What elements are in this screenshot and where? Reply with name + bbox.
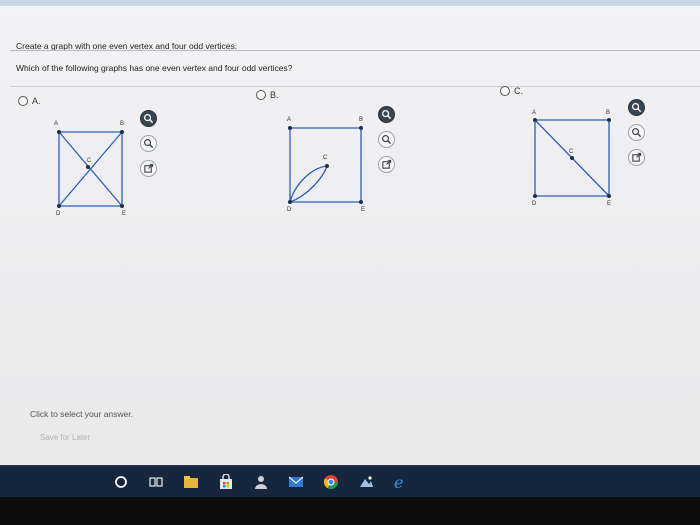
vertex-e — [359, 200, 363, 204]
browser-content: Create a graph with one even vertex and … — [0, 0, 700, 465]
svg-text:e: e — [394, 474, 403, 490]
zoom-out-icon[interactable] — [628, 124, 645, 141]
store-icon[interactable] — [217, 473, 235, 491]
vertex-label: A — [54, 121, 58, 127]
photos-icon[interactable] — [357, 473, 375, 491]
top-bar — [0, 0, 700, 6]
vertex-a — [288, 126, 292, 130]
screen-bezel — [0, 497, 700, 525]
popout-icon[interactable] — [140, 160, 157, 177]
instruction-text: Click to select your answer. — [30, 409, 133, 419]
vertex-label: E — [607, 201, 611, 207]
vertex-d — [533, 194, 537, 198]
save-for-later-button[interactable]: Save for Later — [40, 433, 90, 442]
option-a[interactable]: A. — [18, 96, 41, 106]
edge-cd-2 — [289, 165, 328, 203]
edge-cd-1 — [289, 165, 328, 203]
vertex-label: D — [287, 207, 292, 213]
people-icon[interactable] — [252, 473, 270, 491]
vertex-c — [86, 165, 90, 169]
option-label: C. — [514, 86, 523, 96]
vertex-b — [120, 130, 124, 134]
zoom-in-icon[interactable] — [140, 110, 157, 127]
vertex-label: E — [361, 207, 365, 213]
radio-button[interactable] — [256, 90, 266, 100]
option-label: B. — [270, 90, 279, 100]
zoom-out-icon[interactable] — [378, 131, 395, 148]
vertex-label: C — [569, 149, 574, 155]
taskbar: e — [0, 465, 700, 498]
vertex-label: D — [56, 211, 61, 217]
chrome-icon[interactable] — [322, 473, 340, 491]
option-label: A. — [32, 96, 41, 106]
radio-button[interactable] — [500, 86, 510, 96]
vertex-c — [570, 156, 574, 160]
popout-icon[interactable] — [378, 156, 395, 173]
zoom-in-icon[interactable] — [628, 99, 645, 116]
vertex-a — [533, 118, 537, 122]
vertex-b — [359, 126, 363, 130]
vertex-label: A — [532, 110, 536, 116]
vertex-label: A — [287, 117, 291, 123]
option-b[interactable]: B. — [256, 90, 279, 100]
file-explorer-icon[interactable] — [182, 473, 200, 491]
vertex-c — [325, 164, 329, 168]
divider — [10, 50, 700, 51]
option-c[interactable]: C. — [500, 86, 523, 96]
divider — [10, 86, 700, 87]
vertex-d — [57, 204, 61, 208]
vertex-label: C — [87, 158, 92, 164]
cortana-icon[interactable] — [112, 473, 130, 491]
graph-a-tools — [140, 110, 157, 177]
zoom-out-icon[interactable] — [140, 135, 157, 152]
vertex-e — [120, 204, 124, 208]
vertex-label: B — [359, 117, 363, 123]
vertex-label: C — [323, 155, 328, 161]
zoom-in-icon[interactable] — [378, 106, 395, 123]
graph-c-tools — [628, 99, 645, 166]
vertex-label: B — [606, 110, 610, 116]
radio-button[interactable] — [18, 96, 28, 106]
mail-icon[interactable] — [287, 473, 305, 491]
taskbar-icons: e — [112, 466, 410, 498]
vertex-a — [57, 130, 61, 134]
popout-icon[interactable] — [628, 149, 645, 166]
vertex-label: E — [122, 211, 126, 217]
vertex-b — [607, 118, 611, 122]
graph-b-tools — [378, 106, 395, 173]
graph-b: A B C D E — [287, 117, 365, 213]
vertex-label: D — [532, 201, 537, 207]
vertex-d — [288, 200, 292, 204]
edge-icon[interactable]: e — [392, 473, 410, 491]
task-view-icon[interactable] — [147, 473, 165, 491]
question-text: Which of the following graphs has one ev… — [16, 63, 293, 73]
vertex-e — [607, 194, 611, 198]
graph-c: A B C D E — [532, 110, 611, 207]
graph-a: A B C D E — [54, 121, 126, 217]
vertex-label: B — [120, 121, 124, 127]
